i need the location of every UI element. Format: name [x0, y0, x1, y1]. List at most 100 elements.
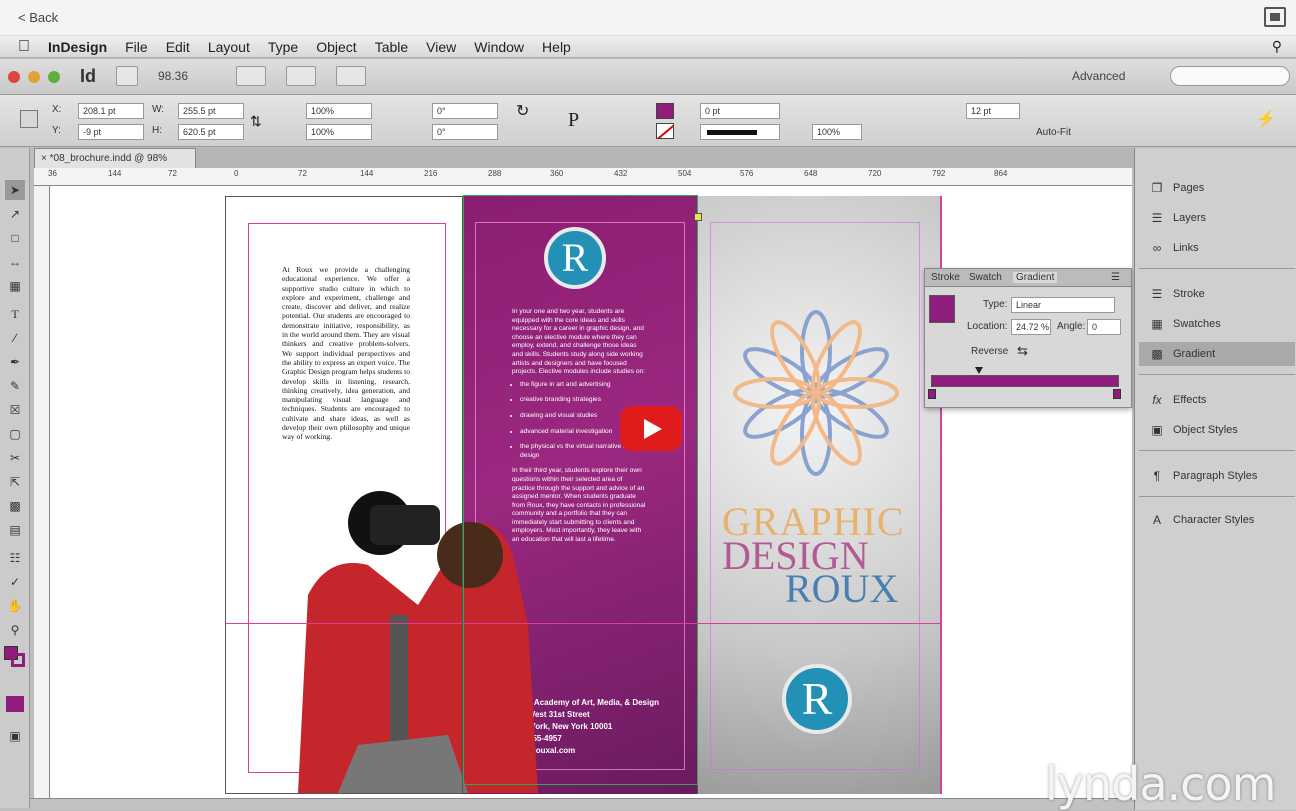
gap-field[interactable]: 12 pt	[966, 103, 1020, 119]
flower-graphic[interactable]	[733, 302, 899, 484]
bridge-icon[interactable]	[116, 66, 138, 86]
midpoint-diamond[interactable]	[975, 367, 983, 374]
height-field[interactable]: 620.5 pt	[178, 124, 244, 140]
stroke-color-icon[interactable]	[11, 653, 25, 667]
reverse-gradient-icon[interactable]: ⇆	[1017, 343, 1028, 359]
dock-gradient[interactable]: ▩ Gradient	[1139, 342, 1295, 366]
search-icon[interactable]: ⚲	[1272, 38, 1282, 55]
x-field[interactable]: 208.1 pt	[78, 103, 144, 119]
selection-tool-icon[interactable]: ➤	[5, 180, 25, 200]
width-field[interactable]: 255.5 pt	[178, 103, 244, 119]
fullscreen-icon[interactable]	[1264, 7, 1286, 27]
reference-point-icon[interactable]	[20, 110, 38, 128]
zoom-tool-icon[interactable]: ⚲	[5, 620, 25, 640]
menu-window[interactable]: Window	[474, 39, 524, 55]
menu-file[interactable]: File	[125, 39, 148, 55]
help-search-input[interactable]	[1170, 66, 1290, 86]
arrange-documents-icon[interactable]	[336, 66, 366, 86]
panel-menu-icon[interactable]: ☰	[1111, 272, 1120, 283]
dock-character-styles[interactable]: A Character Styles	[1139, 508, 1295, 532]
shear-field[interactable]: 0°	[432, 124, 498, 140]
pen-tool-icon[interactable]: ✒	[5, 352, 25, 372]
dock-effects[interactable]: fx Effects	[1139, 388, 1295, 412]
line-tool-icon[interactable]: ∕	[5, 328, 25, 348]
page-tool-icon[interactable]: □	[5, 228, 25, 248]
minimize-window-button[interactable]	[28, 71, 40, 83]
menu-view[interactable]: View	[426, 39, 456, 55]
start-color-stop[interactable]	[928, 389, 936, 399]
menu-edit[interactable]: Edit	[166, 39, 190, 55]
vertical-ruler[interactable]	[34, 186, 50, 798]
text-position-icon[interactable]: P	[568, 109, 579, 132]
rotation-field[interactable]: 0°	[432, 103, 498, 119]
tab-stroke[interactable]: Stroke	[931, 272, 960, 283]
dock-paragraph-styles[interactable]: ¶ Paragraph Styles	[1139, 464, 1295, 488]
dock-stroke[interactable]: ☰ Stroke	[1139, 282, 1295, 306]
y-field[interactable]: -9 pt	[78, 124, 144, 140]
apply-gradient-icon[interactable]	[6, 696, 24, 712]
close-tab-icon[interactable]: ×	[41, 153, 50, 164]
apple-icon[interactable]: 	[18, 38, 30, 56]
gradient-swatch-tool-icon[interactable]: ▩	[5, 496, 25, 516]
screen-mode-icon[interactable]	[286, 66, 316, 86]
dock-layers[interactable]: ☰ Layers	[1139, 206, 1295, 230]
zoom-window-button[interactable]	[48, 71, 60, 83]
gradient-panel[interactable]: Stroke Swatch Gradient ☰ Type: Linear Lo…	[924, 268, 1132, 408]
menu-type[interactable]: Type	[268, 39, 298, 55]
selection-handle[interactable]	[694, 213, 702, 221]
free-transform-tool-icon[interactable]: ⇱	[5, 472, 25, 492]
dock-swatches[interactable]: ▦ Swatches	[1139, 312, 1295, 336]
gradient-ramp[interactable]	[931, 375, 1119, 387]
cover-title-line3[interactable]: ROUX	[785, 569, 898, 609]
note-tool-icon[interactable]: ☷	[5, 548, 25, 568]
stroke-type-dropdown[interactable]	[700, 124, 780, 140]
menu-object[interactable]: Object	[316, 39, 356, 55]
status-bar	[30, 798, 1134, 810]
content-collector-icon[interactable]: ▦	[5, 276, 25, 296]
dock-object-styles[interactable]: ▣ Object Styles	[1139, 418, 1295, 442]
end-color-stop[interactable]	[1113, 389, 1121, 399]
opacity-field[interactable]: 100%	[812, 124, 862, 140]
screen-mode-tool-icon[interactable]: ▣	[5, 726, 25, 746]
rectangle-tool-icon[interactable]: ▢	[5, 424, 25, 444]
back-link[interactable]: < Back	[18, 10, 58, 25]
eyedropper-tool-icon[interactable]: ✓	[5, 572, 25, 592]
fill-swatch[interactable]	[656, 103, 674, 119]
selection-frame[interactable]	[463, 195, 698, 785]
close-window-button[interactable]	[8, 71, 20, 83]
dock-pages[interactable]: ❐ Pages	[1139, 176, 1295, 200]
scissors-tool-icon[interactable]: ✂	[5, 448, 25, 468]
stroke-swatch[interactable]	[656, 123, 674, 139]
location-field[interactable]: 24.72 %	[1011, 319, 1051, 335]
stroke-weight-field[interactable]: 0 pt	[700, 103, 780, 119]
scale-x-field[interactable]: 100%	[306, 103, 372, 119]
hand-tool-icon[interactable]: ✋	[5, 596, 25, 616]
play-button[interactable]	[620, 406, 682, 451]
zoom-level-dropdown[interactable]: 98.36	[158, 69, 188, 83]
roux-logo-small[interactable]: R	[782, 664, 852, 734]
rotate-icon[interactable]: ↻	[516, 101, 529, 121]
tab-gradient[interactable]: Gradient	[1013, 272, 1058, 283]
tab-swatches[interactable]: Swatch	[969, 272, 1002, 283]
auto-fit-checkbox[interactable]: Auto-Fit	[1036, 127, 1071, 138]
scale-y-field[interactable]: 100%	[306, 124, 372, 140]
rectangle-frame-tool-icon[interactable]: ☒	[5, 400, 25, 420]
direct-selection-tool-icon[interactable]: ↗	[5, 204, 25, 224]
menu-table[interactable]: Table	[375, 39, 408, 55]
menu-app-name[interactable]: InDesign	[48, 39, 107, 55]
gradient-feather-tool-icon[interactable]: ▤	[5, 520, 25, 540]
lightning-icon[interactable]: ⚡	[1256, 109, 1276, 129]
horizontal-ruler[interactable]: 36 144 72 0 72 144 216 288 360 432 504 5…	[34, 168, 1132, 186]
menu-help[interactable]: Help	[542, 39, 571, 55]
view-options-icon[interactable]	[236, 66, 266, 86]
constrain-proportions-icon[interactable]: ⇅	[250, 113, 262, 130]
angle-field[interactable]: 0	[1087, 319, 1121, 335]
workspace-switcher[interactable]: Advanced	[1072, 69, 1125, 83]
gap-tool-icon[interactable]: ↔	[5, 252, 25, 272]
pencil-tool-icon[interactable]: ✎	[5, 376, 25, 396]
type-dropdown[interactable]: Linear	[1011, 297, 1115, 313]
dock-links[interactable]: ∞ Links	[1139, 236, 1295, 260]
menu-layout[interactable]: Layout	[208, 39, 250, 55]
document-tab[interactable]: × *08_brochure.indd @ 98%	[34, 148, 196, 168]
type-tool-icon[interactable]: T	[5, 304, 25, 324]
